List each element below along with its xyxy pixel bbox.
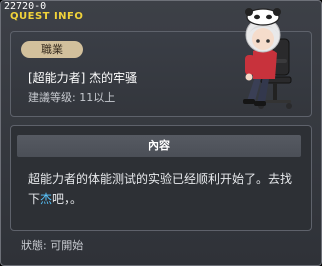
- npc-name-link: 杰: [40, 192, 53, 206]
- quest-status: 狀態: 可開始: [21, 239, 84, 252]
- quest-info-window: 22720-0 QUEST INFO 職業 [超能力者] 杰的牢骚 建議等级: …: [0, 0, 322, 266]
- recommended-level: 建議等级: 11以上: [28, 91, 116, 104]
- quest-name: [超能力者] 杰的牢骚: [28, 71, 138, 85]
- job-badge: 職業: [21, 41, 83, 58]
- quest-description: 超能力者的体能测试的实验已经顺利开始了。去找下杰吧，。: [28, 169, 300, 209]
- window-title: QUEST INFO: [10, 11, 84, 22]
- content-header: 內容: [17, 135, 301, 157]
- description-text-after: 吧，。: [52, 192, 83, 206]
- character-portrait: [243, 8, 292, 109]
